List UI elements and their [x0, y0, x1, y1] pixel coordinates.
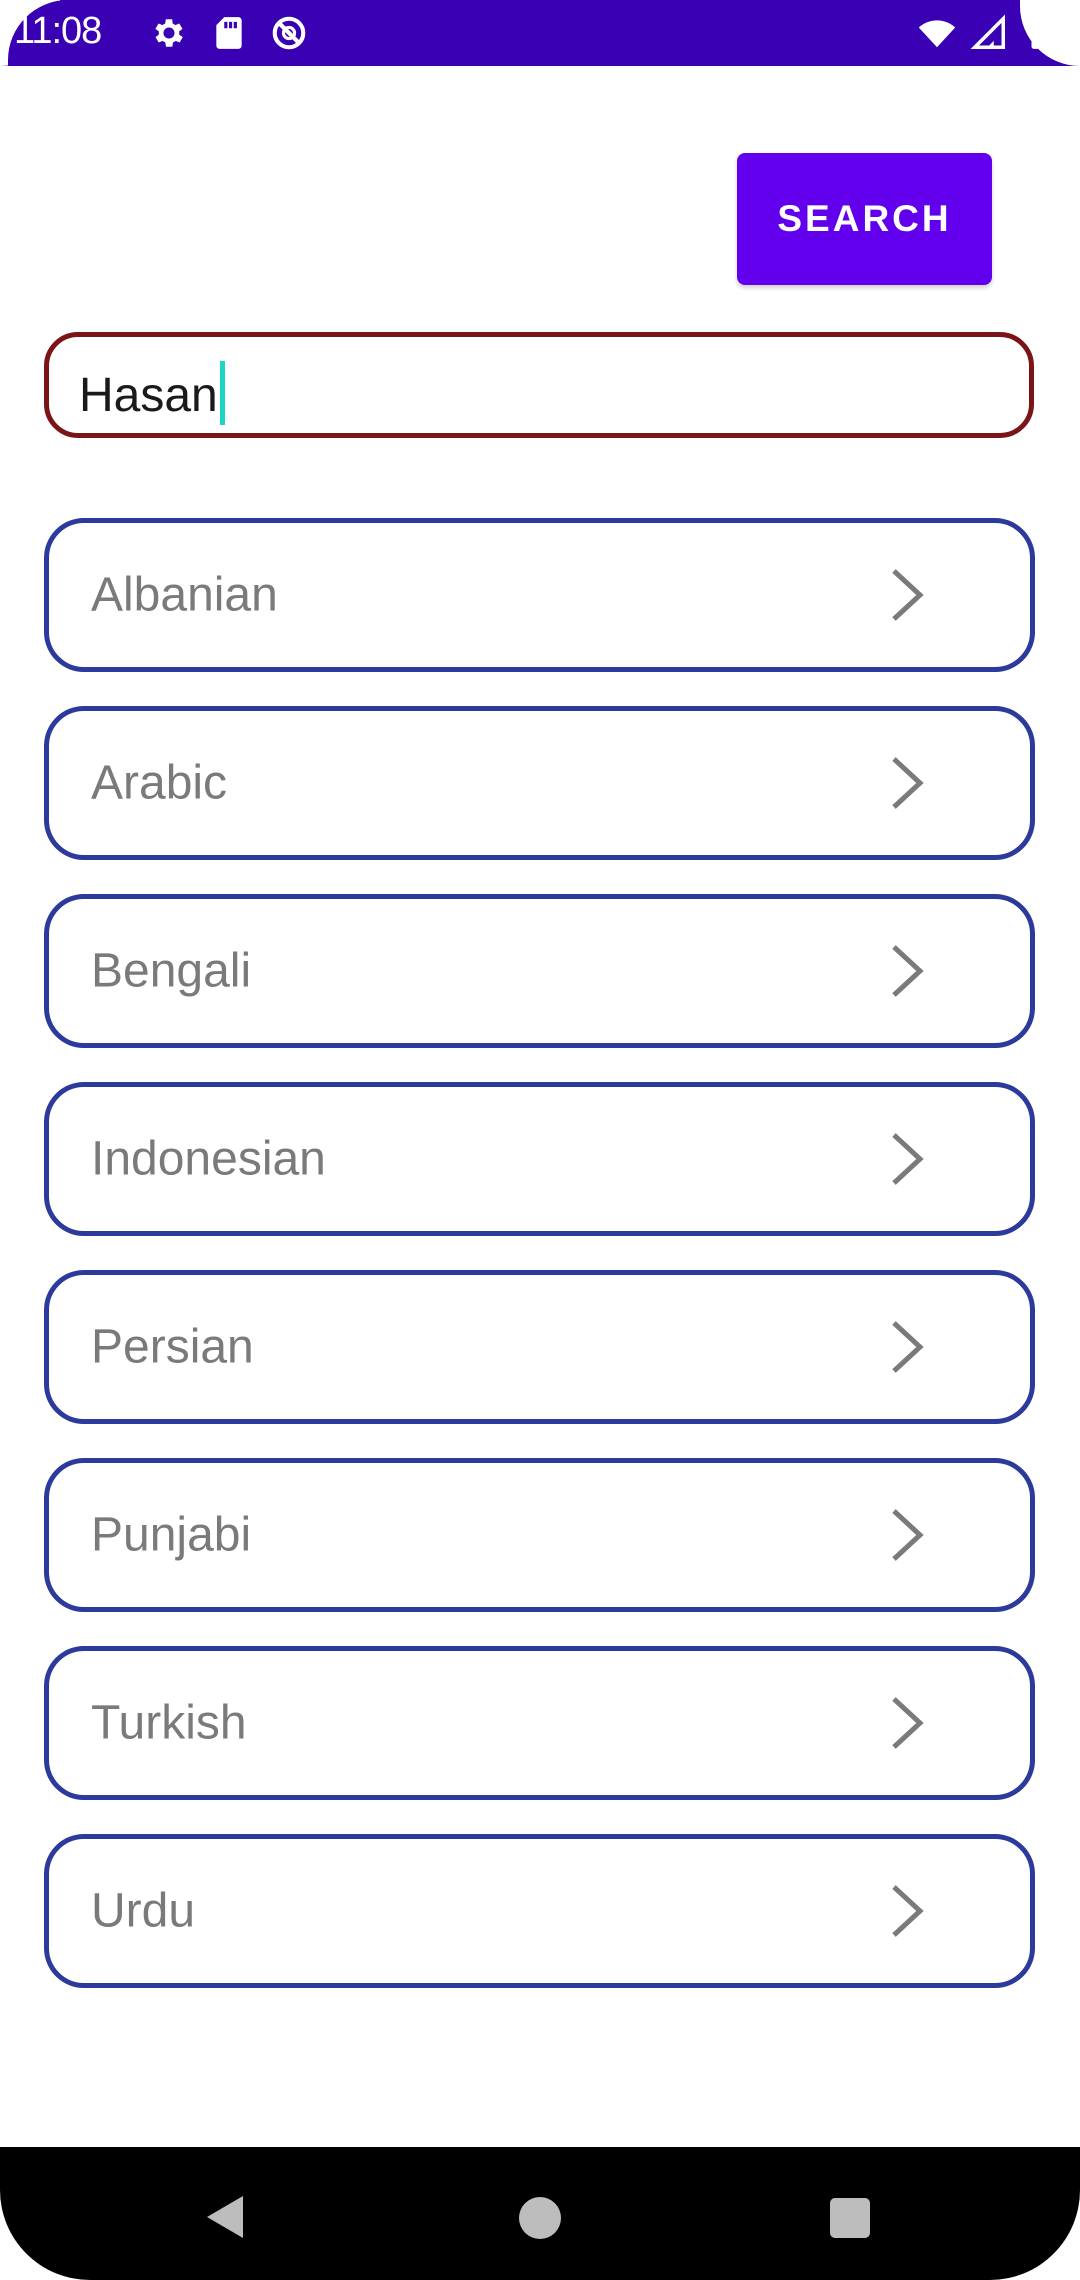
- cellular-signal-icon: [970, 14, 1005, 49]
- search-input-value: Hasan: [79, 361, 225, 425]
- list-item-punjabi[interactable]: Punjabi: [44, 1458, 1035, 1612]
- list-item-label: Albanian: [91, 568, 278, 622]
- settings-icon: [155, 19, 183, 47]
- list-item-persian[interactable]: Persian: [44, 1270, 1035, 1424]
- search-button[interactable]: SEARCH: [737, 153, 992, 285]
- home-icon[interactable]: [519, 2197, 561, 2239]
- list-item-urdu[interactable]: Urdu: [44, 1834, 1035, 1988]
- list-item-label: Bengali: [91, 944, 252, 998]
- chevron-right-icon: [892, 1885, 924, 1937]
- chevron-right-icon: [892, 569, 924, 621]
- chevron-right-icon: [892, 1697, 924, 1749]
- status-icons-left: [150, 14, 308, 52]
- list-item-label: Urdu: [91, 1884, 196, 1938]
- back-icon[interactable]: [203, 2192, 247, 2242]
- status-time: 11:08: [14, 10, 102, 52]
- status-bar: 11:08: [0, 0, 1080, 66]
- list-item-label: Turkish: [91, 1696, 247, 1750]
- list-item-albanian[interactable]: Albanian: [44, 518, 1035, 672]
- list-item-label: Indonesian: [91, 1132, 326, 1186]
- status-icons-right: [918, 14, 1060, 52]
- list-item-label: Arabic: [91, 756, 228, 810]
- battery-icon: [1031, 15, 1051, 49]
- chevron-right-icon: [892, 1133, 924, 1185]
- text-cursor: [219, 361, 225, 425]
- list-item-turkish[interactable]: Turkish: [44, 1646, 1035, 1800]
- chevron-right-icon: [892, 1509, 924, 1561]
- list-item-label: Punjabi: [91, 1508, 252, 1562]
- screen: 11:08 SEARCH Hasan Albanian Arabic Benga…: [0, 0, 1080, 2280]
- list-item-indonesian[interactable]: Indonesian: [44, 1082, 1035, 1236]
- chevron-right-icon: [892, 1321, 924, 1373]
- do-not-disturb-icon: [272, 16, 306, 50]
- list-item-arabic[interactable]: Arabic: [44, 706, 1035, 860]
- list-item-label: Persian: [91, 1320, 254, 1374]
- chevron-right-icon: [892, 945, 924, 997]
- wifi-icon: [918, 20, 956, 48]
- search-input-text: Hasan: [79, 369, 218, 422]
- search-input[interactable]: Hasan: [44, 332, 1034, 438]
- chevron-right-icon: [892, 757, 924, 809]
- sd-card-icon: [216, 17, 242, 49]
- recents-icon[interactable]: [830, 2198, 870, 2238]
- list-item-bengali[interactable]: Bengali: [44, 894, 1035, 1048]
- navigation-bar: [0, 2147, 1080, 2280]
